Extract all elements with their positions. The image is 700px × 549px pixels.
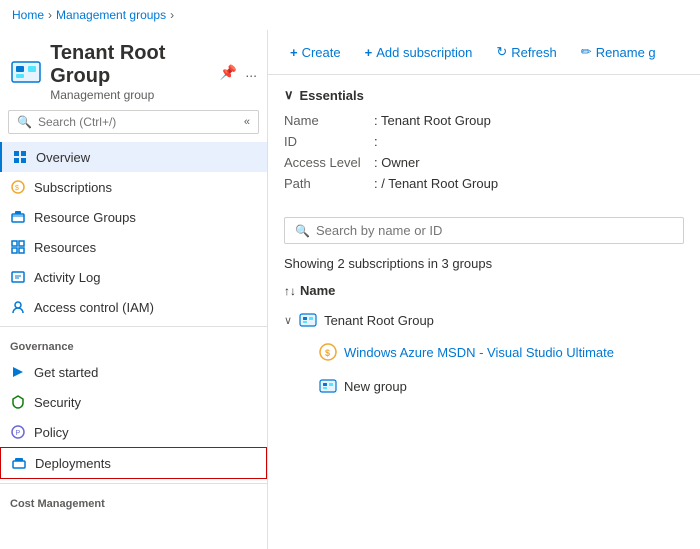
create-button[interactable]: + Create <box>280 39 351 66</box>
tree-chevron-down[interactable]: ∨ <box>284 314 292 327</box>
subscriptions-icon: $ <box>10 179 26 195</box>
essentials-row-name: Name : Tenant Root Group <box>284 113 684 128</box>
showing-text: Showing 2 subscriptions in 3 groups <box>268 252 700 279</box>
tree-item-root[interactable]: ∨ Tenant Root Group <box>268 304 700 336</box>
pin-button[interactable]: 📌 <box>220 64 237 81</box>
essentials-title: ∨ Essentials <box>284 87 684 103</box>
sort-icon[interactable]: ↑↓ <box>284 284 296 298</box>
policy-icon: P <box>10 424 26 440</box>
new-group-label: New group <box>344 379 407 394</box>
main-content: + Create + Add subscription ↻ Refresh ✏ … <box>268 30 700 549</box>
plus-icon: + <box>290 45 298 60</box>
activity-log-icon <box>10 269 26 285</box>
svg-text:$: $ <box>15 185 19 192</box>
sidebar-item-label: Overview <box>36 150 90 165</box>
table-header: ↑↓ Name <box>268 279 700 304</box>
sidebar: Tenant Root Group Management group 📌 ...… <box>0 30 268 549</box>
essentials-row-id: ID : <box>284 134 684 149</box>
overview-icon <box>12 149 28 165</box>
sidebar-item-deployments[interactable]: Deployments <box>0 447 267 479</box>
sidebar-item-label: Policy <box>34 425 69 440</box>
sidebar-search-box: 🔍 « <box>8 110 259 134</box>
sidebar-item-label: Security <box>34 395 81 410</box>
collapse-sidebar-button[interactable]: « <box>244 116 250 128</box>
get-started-icon <box>10 364 26 380</box>
essentials-section: ∨ Essentials Name : Tenant Root Group ID… <box>268 75 700 209</box>
tree-item-new-group: New group <box>268 370 700 402</box>
tree-item-subscription: $ Windows Azure MSDN - Visual Studio Ult… <box>268 336 700 368</box>
management-group-tree-icon <box>298 310 318 330</box>
sidebar-item-label: Deployments <box>35 456 111 471</box>
cost-section-label: Cost Management <box>0 488 267 514</box>
svg-text:$: $ <box>325 348 330 358</box>
content-search-box: 🔍 <box>284 217 684 244</box>
sidebar-item-label: Get started <box>34 365 98 380</box>
security-icon <box>10 394 26 410</box>
sidebar-header: Tenant Root Group Management group 📌 ... <box>0 30 267 110</box>
subscription-link[interactable]: Windows Azure MSDN - Visual Studio Ultim… <box>344 345 614 360</box>
search-icon2: 🔍 <box>295 224 310 238</box>
deployments-icon <box>11 455 27 471</box>
more-button[interactable]: ... <box>245 64 257 80</box>
sidebar-item-subscriptions[interactable]: $ Subscriptions <box>0 172 267 202</box>
page-title: Tenant Root Group <box>50 42 212 88</box>
page-subtitle: Management group <box>50 88 212 102</box>
management-group-icon <box>10 54 42 90</box>
sidebar-item-security[interactable]: Security <box>0 387 267 417</box>
new-group-icon <box>318 376 338 396</box>
sidebar-item-label: Activity Log <box>34 270 100 285</box>
sidebar-item-label: Resource Groups <box>34 210 136 225</box>
sidebar-item-label: Resources <box>34 240 96 255</box>
rename-button[interactable]: ✏ Rename g <box>571 38 666 66</box>
rename-icon: ✏ <box>581 44 592 60</box>
sidebar-item-resource-groups[interactable]: Resource Groups <box>0 202 267 232</box>
sidebar-item-label: Subscriptions <box>34 180 112 195</box>
refresh-icon: ↻ <box>496 44 507 60</box>
essentials-row-path: Path : / Tenant Root Group <box>284 176 684 191</box>
sidebar-item-activity-log[interactable]: Activity Log <box>0 262 267 292</box>
resource-groups-icon <box>10 209 26 225</box>
breadcrumb-management-groups[interactable]: Management groups <box>56 8 166 22</box>
refresh-button[interactable]: ↻ Refresh <box>486 38 566 66</box>
chevron-down-icon: ∨ <box>284 87 294 103</box>
sidebar-item-policy[interactable]: P Policy <box>0 417 267 447</box>
svg-text:P: P <box>16 430 21 437</box>
sidebar-item-get-started[interactable]: Get started <box>0 357 267 387</box>
subscription-icon: $ <box>318 342 338 362</box>
sidebar-item-iam[interactable]: Access control (IAM) <box>0 292 267 322</box>
sidebar-item-label: Access control (IAM) <box>34 300 154 315</box>
tree-root-label: Tenant Root Group <box>324 313 434 328</box>
divider <box>0 326 267 327</box>
add-subscription-button[interactable]: + Add subscription <box>355 39 483 66</box>
toolbar: + Create + Add subscription ↻ Refresh ✏ … <box>268 30 700 75</box>
iam-icon <box>10 299 26 315</box>
search-icon: 🔍 <box>17 115 32 129</box>
breadcrumb: Home › Management groups › <box>0 0 700 30</box>
sidebar-item-overview[interactable]: Overview <box>0 142 267 172</box>
essentials-row-access: Access Level : Owner <box>284 155 684 170</box>
breadcrumb-home[interactable]: Home <box>12 8 44 22</box>
sidebar-item-resources[interactable]: Resources <box>0 232 267 262</box>
resources-icon <box>10 239 26 255</box>
governance-section-label: Governance <box>0 331 267 357</box>
sidebar-search-input[interactable] <box>38 115 178 129</box>
plus-icon2: + <box>365 45 373 60</box>
divider2 <box>0 483 267 484</box>
content-search-input[interactable] <box>316 223 673 238</box>
